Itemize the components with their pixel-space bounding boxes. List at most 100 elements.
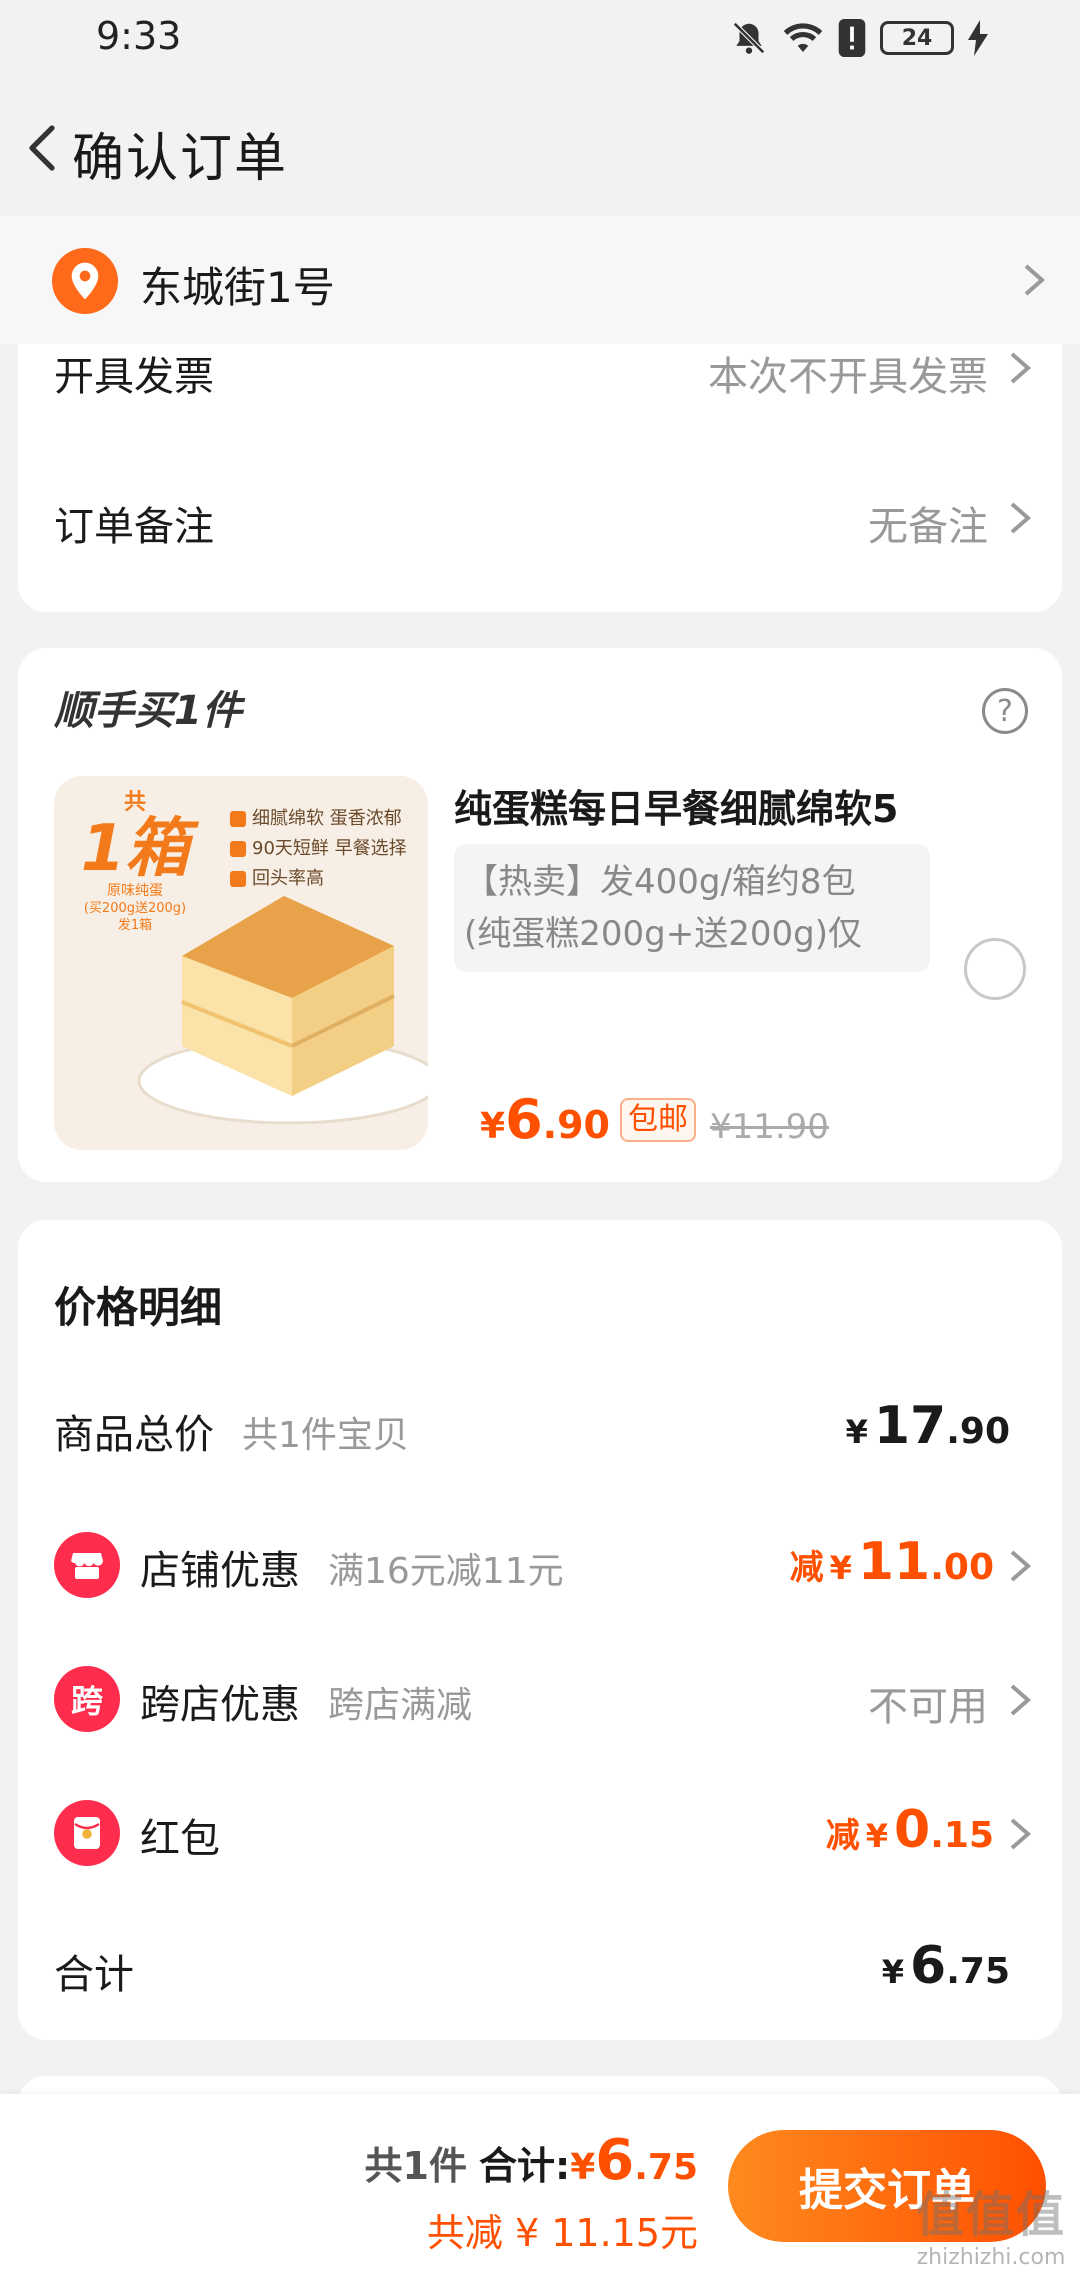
desc-line: (纯蛋糕200g+送200g)仅 [464, 914, 862, 954]
header: 确认订单 [0, 80, 1080, 216]
note-label: 订单备注 [54, 504, 214, 550]
invoice-value: 本次不开具发票 [708, 354, 988, 400]
chevron-right-icon [1024, 264, 1046, 296]
wifi-icon [783, 23, 823, 52]
amount-dec: .15 [930, 1815, 994, 1856]
checkout-bar: 共1件 合计: ¥ 6 .75 共减 ¥ 11.15元 提交订单 值值值 zhi… [0, 2094, 1080, 2280]
alert-icon [838, 19, 866, 57]
old-price: ¥11.90 [709, 1107, 829, 1147]
invoice-label: 开具发票 [54, 354, 214, 400]
cross-store-icon: 跨 [54, 1666, 120, 1732]
amount-int: 11 [857, 1532, 931, 1592]
select-radio[interactable] [964, 938, 1026, 1000]
total-dec: .75 [634, 2147, 698, 2188]
product-features: 细腻绵软 蛋香浓郁 90天短鲜 早餐选择 回头率高 [230, 804, 407, 894]
amount-dec: .00 [930, 1547, 994, 1588]
cross-discount-sub: 跨店满减 [328, 1685, 473, 1726]
total-int: 6 [595, 2128, 635, 2193]
amount-int: 0 [894, 1800, 931, 1860]
check-icon [230, 871, 246, 887]
total-amount: ¥ 6 .75 [882, 1936, 1010, 1996]
watermark-url: zhizhizhi.com [916, 2245, 1066, 2270]
red-packet-row[interactable]: 红包 减 ¥ 0 .15 [18, 1782, 1062, 1882]
price-detail-title: 价格明细 [54, 1283, 223, 1332]
total-label: 合计 [54, 1952, 134, 1998]
amount-prefix: 减 [789, 1548, 824, 1588]
amount-prefix: 减 [825, 1816, 860, 1856]
amount-dec: .90 [946, 1411, 1010, 1452]
cross-discount-label: 跨店优惠 [140, 1682, 300, 1728]
amount-yen: ¥ [845, 1413, 868, 1451]
amount-dec: .75 [946, 1951, 1010, 1992]
location-pin-icon [52, 248, 118, 314]
product-price: ¥ 6 .90 包邮 ¥11.90 [480, 1088, 829, 1151]
price-detail-card: 价格明细 商品总价 共1件宝贝 ¥ 17 .90 店铺优惠 满16元减11元 减… [18, 1220, 1062, 2040]
status-bar: 9:33 24 [0, 0, 1080, 80]
feature-item: 回头率高 [230, 864, 407, 894]
cross-icon-text: 跨 [70, 1682, 103, 1720]
amount-int: 6 [910, 1936, 947, 1996]
product-title[interactable]: 纯蛋糕每日早餐细腻绵软5 [454, 778, 898, 833]
battery-icon: 24 [880, 21, 954, 55]
cross-discount-row[interactable]: 跨 跨店优惠 跨店满减 不可用 [18, 1648, 1062, 1748]
addon-card: 顺手买1件 ? 共 1箱 原味纯蛋 (买200g送200g) 发1箱 细腻绵软 … [18, 648, 1062, 1182]
price-int: 6 [505, 1088, 543, 1151]
red-packet-label: 红包 [140, 1816, 220, 1862]
product-badge: 共 1箱 原味纯蛋 (买200g送200g) 发1箱 [70, 784, 200, 934]
badge-sub3: 发1箱 [117, 918, 153, 933]
checkout-summary: 共1件 合计: ¥ 6 .75 [365, 2128, 698, 2193]
product-image[interactable]: 共 1箱 原味纯蛋 (买200g送200g) 发1箱 细腻绵软 蛋香浓郁 90天… [54, 776, 428, 1150]
shop-icon [54, 1532, 120, 1598]
charging-icon [968, 20, 988, 56]
help-icon-glyph: ? [997, 693, 1013, 729]
badge-main: 1箱 [80, 812, 190, 886]
page-title: 确认订单 [72, 129, 289, 189]
price-yen: ¥ [480, 1106, 506, 1147]
back-arrow-icon[interactable] [14, 118, 74, 178]
red-packet-amount: 减 ¥ 0 .15 [826, 1800, 994, 1860]
addon-section-title: 顺手买1件 [54, 688, 242, 734]
address-bar[interactable]: 东城街1号 [0, 216, 1080, 344]
amount-yen: ¥ [865, 1817, 889, 1855]
watermark-logo: 值值值 [915, 2187, 1066, 2243]
goods-total-sub: 共1件宝贝 [242, 1415, 409, 1456]
cross-discount-value: 不可用 [868, 1684, 988, 1730]
total-saved: 共减 ¥ 11.15元 [426, 2211, 698, 2255]
goods-total-amount: ¥ 17 .90 [846, 1396, 1010, 1456]
item-count: 共1件 [364, 2144, 467, 2188]
amount-yen: ¥ [829, 1549, 852, 1587]
help-icon[interactable]: ? [982, 688, 1028, 734]
free-shipping-tag: 包邮 [619, 1097, 696, 1142]
red-packet-icon [54, 1800, 120, 1866]
total-row: 合计 ¥ 6 .75 [18, 1916, 1062, 2016]
feature-item: 90天短鲜 早餐选择 [230, 834, 407, 864]
check-icon [230, 811, 246, 827]
chevron-right-icon [1010, 502, 1032, 534]
desc-line: 【热卖】发400g/箱约8包 [464, 862, 856, 902]
product-description: 【热卖】发400g/箱约8包 (纯蛋糕200g+送200g)仅 [454, 844, 930, 972]
shop-discount-row[interactable]: 店铺优惠 满16元减11元 减 ¥ 11 .00 [18, 1514, 1062, 1614]
feature-text: 回头率高 [252, 868, 324, 889]
price-dec: .90 [542, 1103, 610, 1147]
chevron-right-icon [1010, 352, 1032, 384]
shop-discount-label: 店铺优惠 [140, 1548, 300, 1594]
amount-yen: ¥ [881, 1953, 905, 1991]
note-row[interactable]: 订单备注 无备注 [18, 450, 1062, 570]
status-icons: 24 [730, 18, 988, 58]
battery-level: 24 [901, 25, 933, 51]
address-text: 东城街1号 [140, 263, 335, 312]
watermark: 值值值 zhizhizhi.com [916, 2175, 1066, 2270]
shop-discount-sub: 满16元减11元 [328, 1551, 564, 1592]
feature-item: 细腻绵软 蛋香浓郁 [230, 804, 407, 834]
order-options-card: 开具发票 本次不开具发票 订单备注 无备注 [18, 300, 1062, 612]
check-icon [230, 841, 246, 857]
feature-text: 90天短鲜 早餐选择 [252, 838, 407, 859]
status-time: 9:33 [96, 14, 182, 58]
note-value: 无备注 [868, 504, 988, 550]
badge-sub2: (买200g送200g) [83, 901, 187, 916]
bell-muted-icon [733, 22, 765, 54]
feature-text: 细腻绵软 蛋香浓郁 [252, 808, 402, 829]
chevron-right-icon [1010, 1684, 1032, 1716]
chevron-right-icon [1010, 1550, 1032, 1582]
amount-int: 17 [873, 1396, 947, 1456]
